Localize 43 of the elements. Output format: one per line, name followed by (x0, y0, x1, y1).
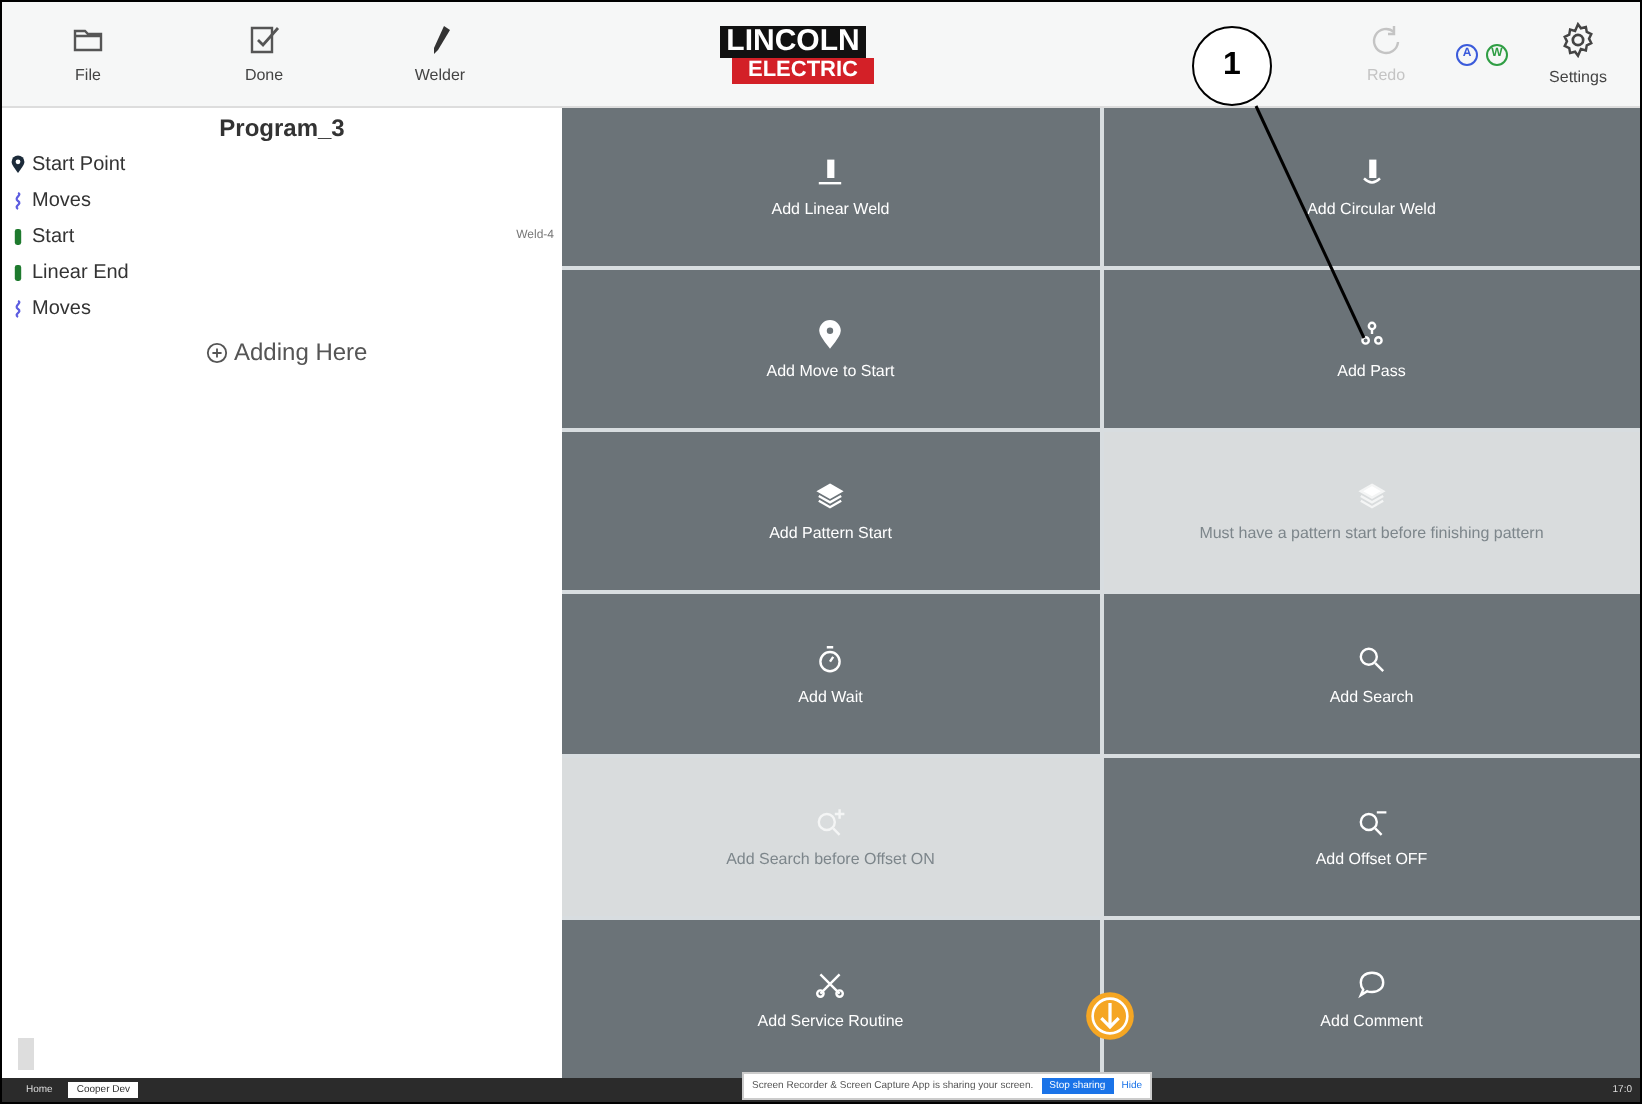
add-step-tile[interactable]: Add Linear Weld (562, 108, 1099, 267)
scrollbar-thumb[interactable] (18, 1038, 34, 1070)
redo-icon (1370, 24, 1402, 56)
add-step-tile[interactable]: Add Pattern Start (562, 432, 1099, 591)
three-nodes-icon (1355, 318, 1388, 351)
add-step-tile[interactable]: Add Search (1103, 594, 1640, 754)
add-step-tile[interactable]: Add Comment (1103, 919, 1640, 1078)
plus-circle-icon (206, 341, 228, 363)
search-icon (1355, 643, 1388, 676)
torch-line-icon (814, 156, 847, 189)
add-step-tile[interactable]: Add Move to Start (562, 270, 1099, 429)
stopwatch-icon (814, 643, 847, 676)
program-step[interactable]: Start (32, 225, 75, 247)
checkbox-icon (248, 24, 280, 56)
program-step[interactable]: Moves (32, 189, 91, 211)
location-pin-icon (814, 318, 847, 351)
program-step[interactable]: Start Point (32, 153, 126, 175)
program-step[interactable]: Linear End (32, 261, 129, 283)
location-pin-icon (10, 153, 26, 175)
add-step-tile[interactable]: Add Pass (1103, 270, 1640, 429)
layers-icon (1355, 480, 1388, 513)
weld-marker-icon (10, 225, 26, 247)
add-step-tile[interactable]: Add Circular Weld (1103, 108, 1640, 267)
adding-here-button[interactable]: Adding Here (206, 338, 368, 366)
squiggle-icon (10, 297, 26, 319)
toolbar-button[interactable]: Welder (390, 24, 490, 84)
weld-marker-icon (10, 261, 26, 283)
folder-icon (72, 24, 104, 56)
layers-icon (814, 480, 847, 513)
brand-logo: LINCOLN ELECTRIC (712, 25, 874, 83)
search-minus-icon (1355, 805, 1388, 838)
settings-button[interactable]: Settings (1528, 22, 1628, 86)
program-title: Program_3 (217, 114, 347, 142)
toolbar-button[interactable]: File (38, 24, 138, 84)
program-step[interactable]: Moves (32, 297, 91, 319)
squiggle-icon (10, 189, 26, 211)
add-step-tile[interactable]: Add Wait (562, 594, 1099, 754)
add-step-tile[interactable]: Add Offset OFF (1103, 757, 1640, 916)
search-plus-icon (814, 805, 847, 838)
add-step-tile[interactable]: Add Service Routine (562, 919, 1099, 1078)
speech-bubble-icon (1355, 967, 1388, 1000)
settings-icon (1560, 22, 1596, 58)
toolbar-button[interactable]: Done (214, 24, 314, 84)
